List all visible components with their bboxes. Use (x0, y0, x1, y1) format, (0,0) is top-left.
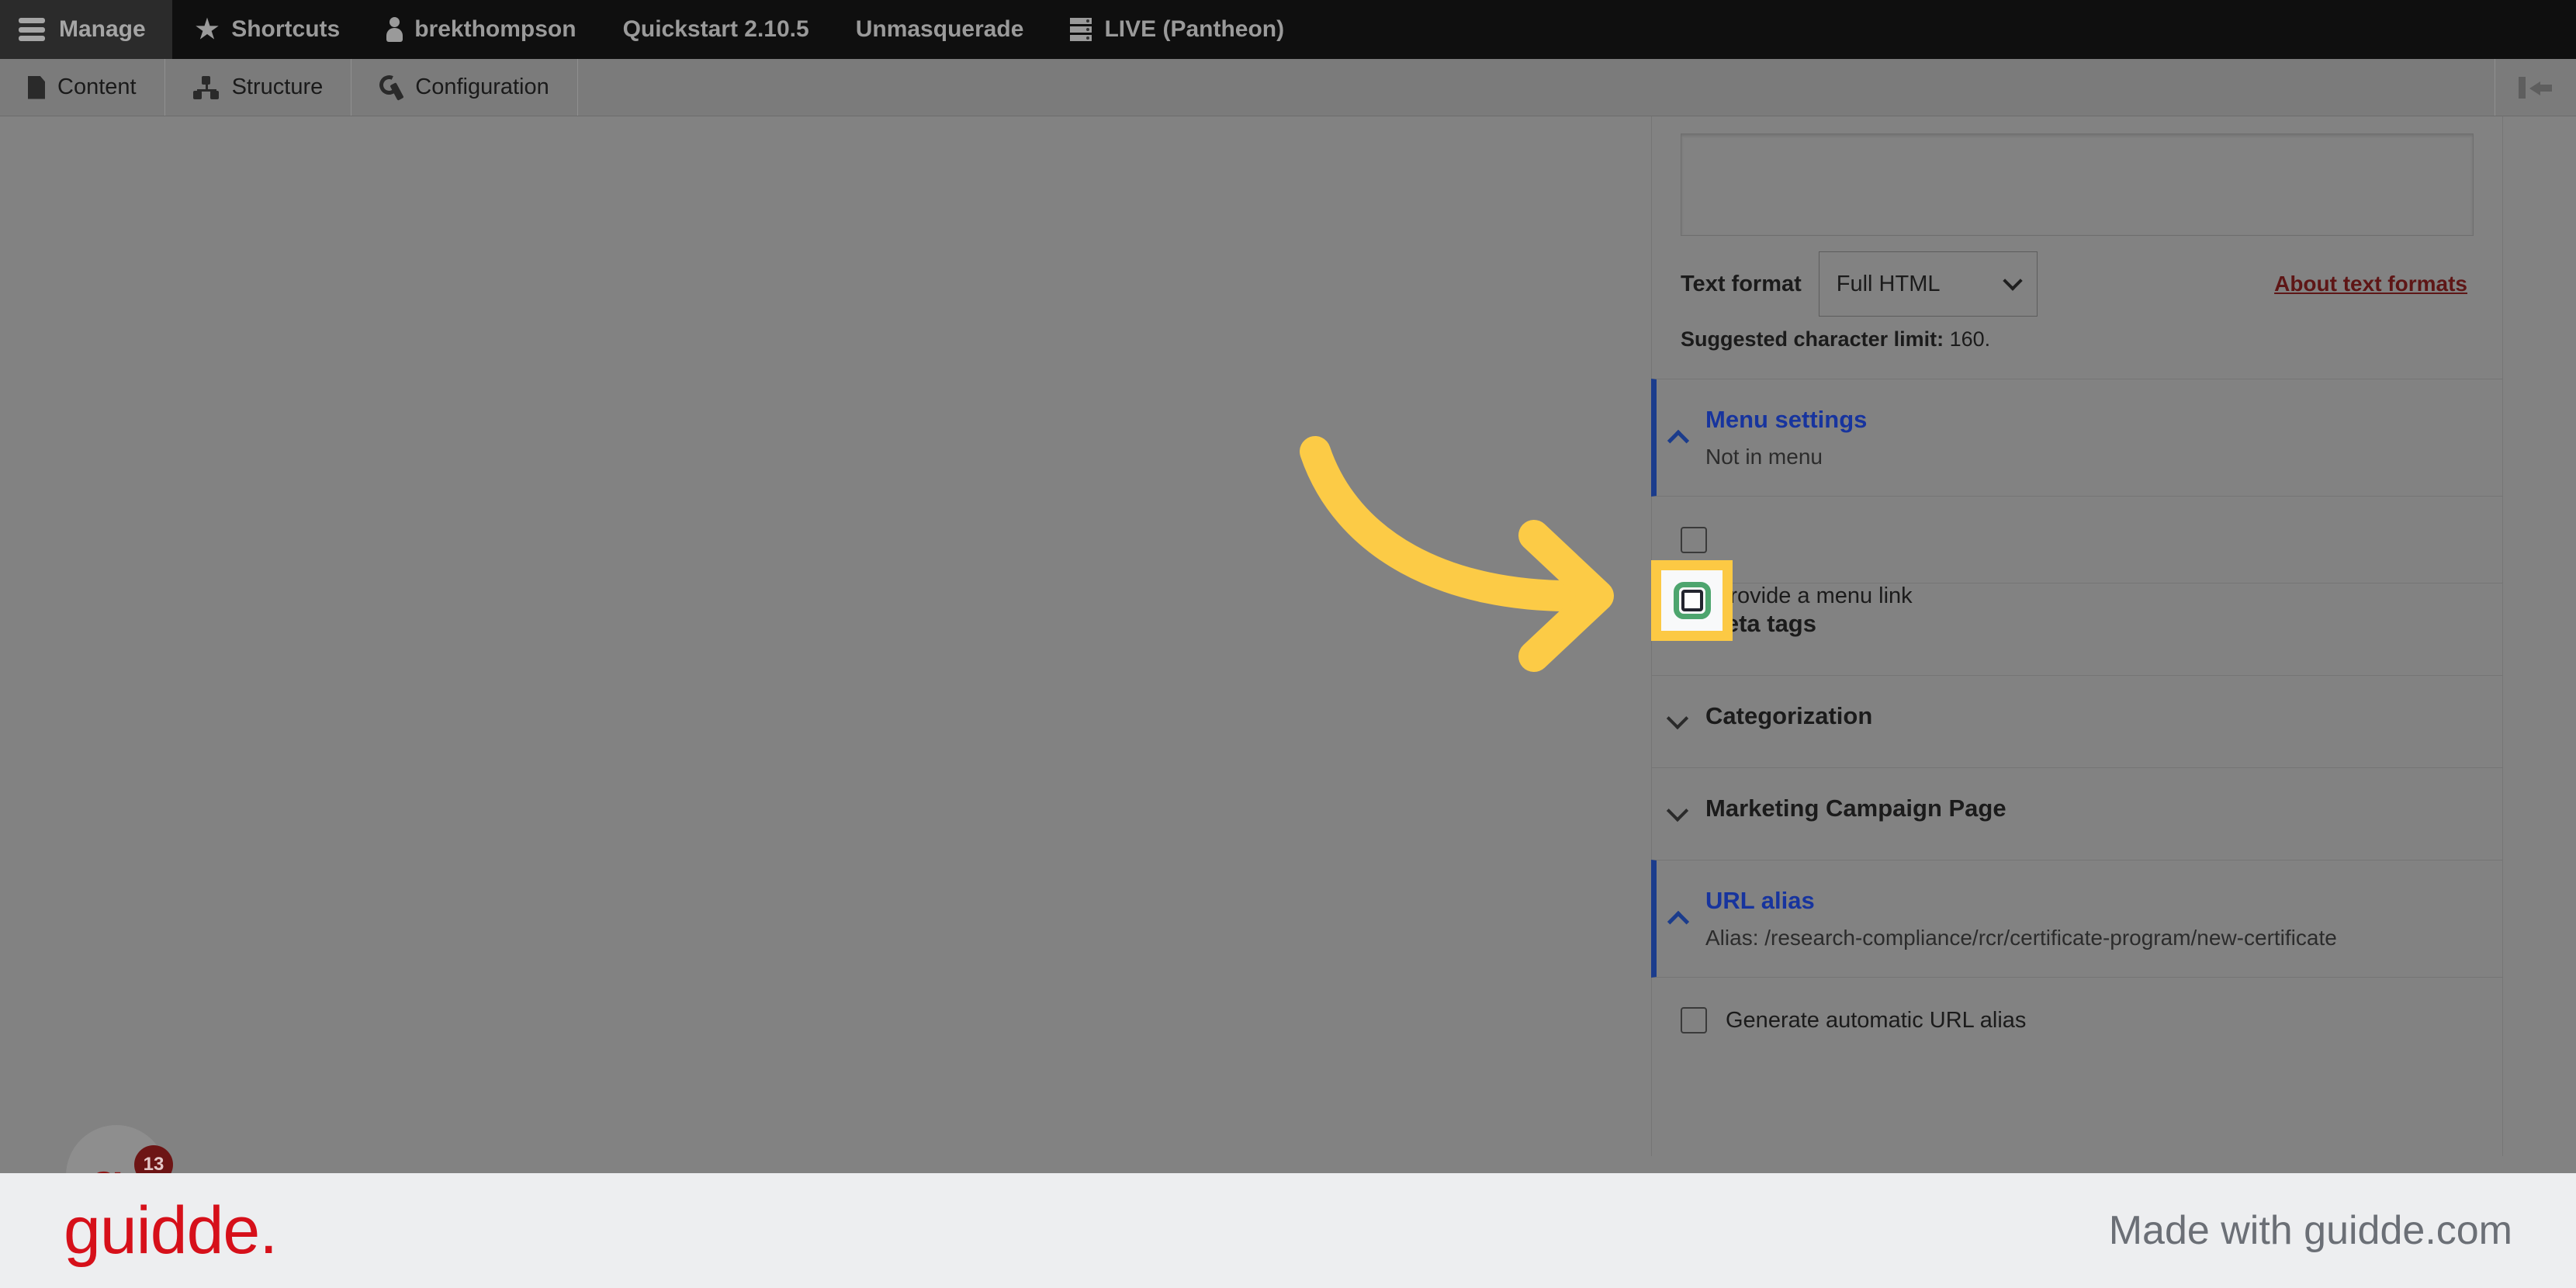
text-format-row: Text format Full HTML About text formats (1681, 250, 2474, 318)
generate-automatic-url-alias-label: Generate automatic URL alias (1726, 1007, 2027, 1033)
provide-menu-link-checkbox-glyph[interactable] (1681, 590, 1703, 611)
generate-automatic-url-alias-checkbox[interactable] (1681, 1007, 1707, 1034)
provide-menu-link-row[interactable]: Provide a menu link (1651, 497, 2503, 583)
sitemap-icon (192, 75, 220, 99)
summary-textarea[interactable] (1681, 133, 2474, 236)
accordion-menu-settings-title: Menu settings (1705, 406, 1868, 433)
highlight-inner-backdrop (1661, 570, 1723, 631)
chevron-down-icon (2003, 271, 2023, 291)
accordion-menu-settings-summary: Not in menu (1705, 445, 1823, 469)
toolbar-item-quickstart-label: Quickstart 2.10.5 (622, 16, 809, 42)
generate-alias-row[interactable]: Generate automatic URL alias (1651, 978, 2503, 1063)
subbar-item-content-label: Content (57, 74, 137, 99)
about-text-formats-link[interactable]: About text formats (2274, 272, 2467, 296)
guidde-logo: guidde. (64, 1193, 278, 1268)
subbar-item-structure-label: Structure (231, 74, 324, 99)
character-limit-label: Suggested character limit: (1681, 327, 1944, 351)
guidde-made-with-text: Made with guidde.com (2108, 1208, 2512, 1253)
app-screenshot: Manage ★ Shortcuts brekthompson Quicksta… (0, 0, 2576, 1288)
accordion-marketing-campaign-page[interactable]: Marketing Campaign Page (1651, 767, 2503, 860)
toolbar-manage-label: Manage (59, 16, 146, 42)
provide-menu-link-checkbox[interactable] (1681, 526, 1707, 553)
toolbar-item-environment-label: LIVE (Pantheon) (1104, 16, 1285, 42)
chevron-down-icon (1666, 707, 1689, 730)
provide-menu-link-checkbox-highlight[interactable] (1651, 560, 1733, 641)
chevron-up-icon (1667, 910, 1690, 933)
subbar-item-configuration[interactable]: Configuration (351, 59, 578, 116)
accordion-url-alias-title: URL alias (1705, 887, 1815, 914)
star-icon: ★ (195, 15, 220, 44)
admin-toolbar: Manage ★ Shortcuts brekthompson Quicksta… (0, 0, 2576, 59)
accordion-meta-tags-title: Meta tags (1705, 610, 1816, 637)
character-limit-value: 160. (1949, 327, 1991, 351)
accordion-marketing-campaign-page-title: Marketing Campaign Page (1705, 795, 2006, 822)
text-format-select[interactable]: Full HTML (1818, 251, 2038, 317)
wrench-icon (379, 75, 403, 100)
toolbar-item-shortcuts-label: Shortcuts (231, 16, 341, 42)
chevron-up-icon (1667, 429, 1690, 452)
accordion-categorization[interactable]: Categorization (1651, 675, 2503, 768)
pointer-arrow-annotation (1300, 436, 1614, 672)
hamburger-icon (19, 18, 45, 41)
admin-subbar: Content Structure Configuration (0, 59, 2576, 116)
collapse-sidebar-button[interactable] (2495, 59, 2576, 116)
accordion-url-alias-summary: Alias: /research-compliance/rcr/certific… (1705, 926, 2337, 950)
subbar-item-structure[interactable]: Structure (165, 59, 352, 116)
document-icon (28, 75, 45, 99)
guidde-footer: guidde. Made with guidde.com (0, 1173, 2576, 1288)
subbar-item-configuration-label: Configuration (415, 74, 549, 99)
highlight-focus-ring (1673, 582, 1711, 619)
provide-menu-link-label: Provide a menu link (1715, 583, 1913, 608)
toolbar-item-environment[interactable]: LIVE (Pantheon) (1047, 0, 1307, 59)
toolbar-item-unmasquerade[interactable]: Unmasquerade (833, 0, 1047, 59)
character-limit-hint: Suggested character limit: 160. (1681, 327, 2474, 351)
sidebar-accordion-group: Menu settings Not in menu Provide a menu… (1651, 379, 2503, 1063)
toolbar-item-unmasquerade-label: Unmasquerade (855, 16, 1024, 42)
text-format-value: Full HTML (1836, 271, 1941, 296)
toolbar-item-user[interactable]: brekthompson (363, 0, 599, 59)
toolbar-manage-button[interactable]: Manage (0, 0, 172, 59)
accordion-categorization-title: Categorization (1705, 702, 1873, 729)
toolbar-item-user-label: brekthompson (414, 16, 576, 42)
text-format-label: Text format (1681, 271, 1802, 296)
server-icon (1070, 18, 1092, 41)
chevron-down-icon (1666, 799, 1689, 822)
accordion-url-alias[interactable]: URL alias Alias: /research-compliance/rc… (1651, 860, 2503, 978)
toolbar-item-shortcuts[interactable]: ★ Shortcuts (172, 0, 364, 59)
person-icon (386, 17, 403, 42)
subbar-item-content[interactable]: Content (0, 59, 165, 116)
accordion-menu-settings[interactable]: Menu settings Not in menu (1651, 379, 2503, 497)
collapse-sidebar-icon (2519, 76, 2553, 99)
toolbar-item-quickstart[interactable]: Quickstart 2.10.5 (600, 0, 833, 59)
